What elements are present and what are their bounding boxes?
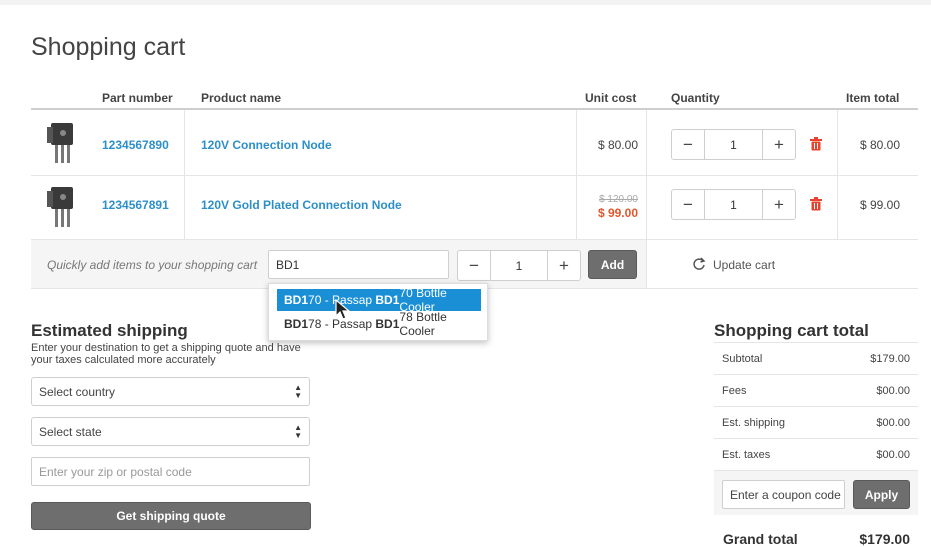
item-total: $ 80.00: [859, 138, 900, 152]
col-header-product-name: Product name: [201, 91, 282, 105]
add-button[interactable]: Add: [588, 250, 637, 279]
refresh-icon[interactable]: [692, 257, 706, 271]
sale-price: $ 99.00: [597, 206, 638, 220]
total-row-fees: Fees $00.00: [714, 375, 918, 407]
quick-add-search-input[interactable]: BD1: [268, 250, 449, 279]
coupon-input[interactable]: Enter a coupon code: [722, 480, 845, 509]
quantity-value[interactable]: 1: [704, 130, 763, 159]
country-select[interactable]: Select country ▲ ▼: [31, 377, 310, 406]
autocomplete-option[interactable]: BD1 78 - Passap BD1 78 Bottle Cooler: [277, 310, 481, 338]
column-divider: [837, 110, 838, 240]
part-number-link[interactable]: 1234567891: [102, 198, 169, 212]
mouse-cursor-icon: [335, 299, 351, 320]
get-shipping-quote-button[interactable]: Get shipping quote: [31, 502, 311, 530]
trash-icon[interactable]: [810, 137, 822, 151]
increment-button[interactable]: +: [548, 251, 580, 280]
total-row-taxes: Est. taxes $00.00: [714, 439, 918, 471]
column-divider: [576, 110, 577, 240]
decrement-button[interactable]: −: [458, 251, 490, 280]
item-total: $ 99.00: [859, 198, 900, 212]
autocomplete-option[interactable]: BD1 70 - Passap BD1 70 Bottle Cooler: [277, 286, 481, 314]
column-divider: [646, 110, 647, 288]
shipping-title: Estimated shipping: [31, 321, 188, 340]
quick-add-label: Quickly add items to your shopping cart: [47, 258, 258, 272]
quantity-stepper: − 1 +: [671, 129, 796, 160]
row-divider: [31, 175, 918, 176]
top-bar: [0, 0, 931, 5]
autocomplete-dropdown: BD1 70 - Passap BD1 70 Bottle Cooler BD1 78…: [268, 283, 488, 341]
increment-button[interactable]: +: [763, 190, 795, 219]
totals-title: Shopping cart total: [714, 321, 869, 340]
apply-coupon-button[interactable]: Apply: [853, 480, 910, 509]
decrement-button[interactable]: −: [672, 130, 704, 159]
total-row-subtotal: Subtotal $179.00: [714, 343, 918, 375]
shipping-description: Enter your destination to get a shipping…: [31, 342, 301, 366]
col-header-unit-cost: Unit cost: [585, 91, 637, 105]
column-divider: [184, 110, 185, 240]
part-number-link[interactable]: 1234567890: [102, 138, 169, 152]
col-header-item-total: Item total: [846, 91, 900, 105]
quantity-stepper: − 1 +: [671, 189, 796, 220]
product-thumbnail: [47, 187, 73, 227]
total-row-shipping: Est. shipping $00.00: [714, 407, 918, 439]
table-header-divider: [31, 108, 918, 110]
select-arrows-icon: ▲ ▼: [294, 423, 302, 440]
col-header-quantity: Quantity: [671, 91, 720, 105]
col-header-part-number: Part number: [102, 91, 173, 105]
decrement-button[interactable]: −: [672, 190, 704, 219]
product-thumbnail: [47, 123, 73, 163]
product-name-link[interactable]: 120V Connection Node: [201, 138, 332, 152]
zip-input[interactable]: Enter your zip or postal code: [31, 457, 310, 486]
unit-cost: $ 80.00: [597, 138, 638, 152]
quick-add-quantity-stepper: − 1 +: [457, 250, 581, 281]
state-select[interactable]: Select state ▲ ▼: [31, 417, 310, 446]
update-cart-button[interactable]: Update cart: [713, 258, 775, 272]
page-title: Shopping cart: [31, 33, 186, 61]
trash-icon[interactable]: [810, 197, 822, 211]
quantity-value[interactable]: 1: [490, 251, 548, 280]
increment-button[interactable]: +: [763, 130, 795, 159]
original-price: $ 120.00: [599, 194, 638, 205]
grand-total-label: Grand total: [723, 531, 798, 547]
select-arrows-icon: ▲ ▼: [294, 383, 302, 400]
quantity-value[interactable]: 1: [704, 190, 763, 219]
product-name-link[interactable]: 120V Gold Plated Connection Node: [201, 198, 402, 212]
grand-total-value: $179.00: [859, 531, 910, 547]
